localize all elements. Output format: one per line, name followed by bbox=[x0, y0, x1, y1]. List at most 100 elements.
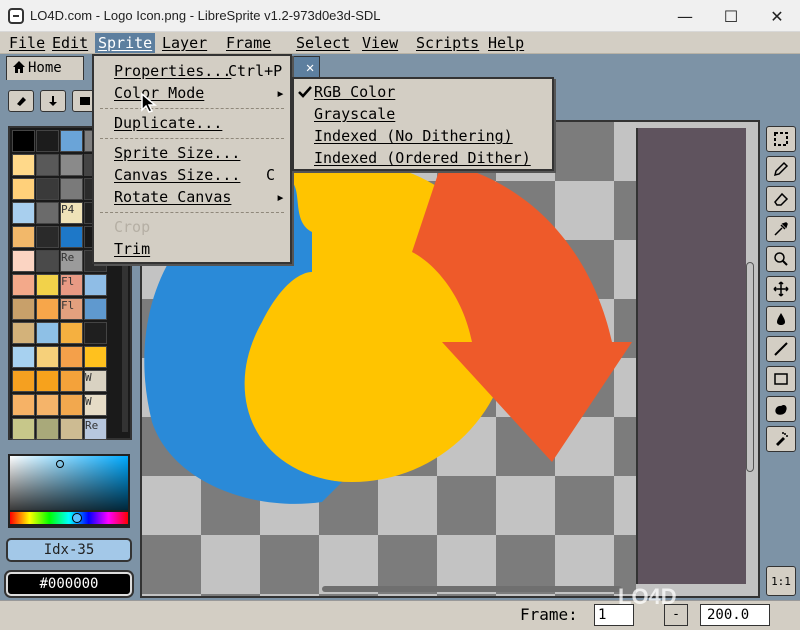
palette-swatch[interactable]: Fl bbox=[60, 298, 83, 320]
menu-layer[interactable]: Layer bbox=[159, 33, 210, 53]
menu-item-indexed-ordered-dither[interactable]: Indexed (Ordered Dither) bbox=[294, 147, 552, 169]
menu-item-trim[interactable]: Trim bbox=[94, 238, 290, 260]
palette-swatch[interactable] bbox=[36, 250, 59, 272]
palette-swatch[interactable]: W bbox=[84, 370, 107, 392]
picker-knob[interactable] bbox=[56, 460, 64, 468]
palette-swatch[interactable] bbox=[12, 130, 35, 152]
palette-swatch[interactable] bbox=[36, 154, 59, 176]
line-icon[interactable] bbox=[766, 336, 796, 362]
palette-swatch[interactable] bbox=[60, 154, 83, 176]
palette-swatch[interactable] bbox=[36, 202, 59, 224]
color-hex-label[interactable]: #000000 bbox=[6, 572, 132, 596]
menu-edit[interactable]: Edit bbox=[49, 33, 91, 53]
close-button[interactable]: ✕ bbox=[754, 0, 800, 32]
palette-swatch[interactable] bbox=[60, 130, 83, 152]
menu-item-duplicate[interactable]: Duplicate... bbox=[94, 112, 290, 134]
palette-swatch[interactable] bbox=[84, 322, 107, 344]
menu-item-color-mode[interactable]: Color Mode ▸ bbox=[94, 82, 290, 104]
palette-swatch[interactable]: P4 bbox=[60, 202, 83, 224]
menu-item-rgb-color[interactable]: RGB Color bbox=[294, 81, 552, 103]
palette-swatch[interactable]: Re bbox=[84, 418, 107, 440]
hue-knob[interactable] bbox=[72, 513, 82, 523]
palette-swatch[interactable] bbox=[60, 418, 83, 440]
hue-slider[interactable] bbox=[8, 510, 130, 526]
palette-swatch[interactable] bbox=[36, 346, 59, 368]
menu-item-sprite-size[interactable]: Sprite Size... bbox=[94, 142, 290, 164]
spray-icon[interactable] bbox=[766, 426, 796, 452]
fill-icon[interactable] bbox=[766, 306, 796, 332]
palette-swatch[interactable] bbox=[36, 418, 59, 440]
eyedropper-icon[interactable] bbox=[766, 216, 796, 242]
palette-swatch[interactable] bbox=[60, 322, 83, 344]
palette-swatch[interactable] bbox=[36, 370, 59, 392]
palette-swatch[interactable] bbox=[36, 394, 59, 416]
menu-item-properties[interactable]: Properties... Ctrl+P bbox=[94, 60, 290, 82]
menu-help[interactable]: Help bbox=[485, 33, 527, 53]
palette-swatch[interactable] bbox=[36, 178, 59, 200]
lo4d-watermark: LO4D bbox=[618, 584, 677, 609]
palette-swatch[interactable] bbox=[12, 394, 35, 416]
palette-swatch[interactable] bbox=[60, 346, 83, 368]
blob-icon[interactable] bbox=[766, 396, 796, 422]
menu-select[interactable]: Select bbox=[293, 33, 353, 53]
palette-swatch[interactable] bbox=[84, 298, 107, 320]
menu-scripts[interactable]: Scripts bbox=[413, 33, 482, 53]
maximize-button[interactable]: ☐ bbox=[708, 0, 754, 32]
palette-swatch[interactable] bbox=[60, 370, 83, 392]
zoom-input[interactable]: 200.0 bbox=[700, 604, 770, 626]
menu-separator bbox=[100, 108, 284, 109]
palette-swatch[interactable] bbox=[12, 154, 35, 176]
pencil-icon[interactable] bbox=[766, 156, 796, 182]
horizontal-scrollbar[interactable] bbox=[322, 586, 622, 592]
palette-swatch[interactable] bbox=[36, 298, 59, 320]
menu-item-canvas-size[interactable]: Canvas Size... C bbox=[94, 164, 290, 186]
menu-file[interactable]: File bbox=[6, 33, 48, 53]
palette-swatch[interactable] bbox=[60, 178, 83, 200]
palette-swatch[interactable] bbox=[12, 322, 35, 344]
move-icon[interactable] bbox=[766, 276, 796, 302]
menu-view[interactable]: View bbox=[359, 33, 401, 53]
zoom-icon[interactable] bbox=[766, 246, 796, 272]
palette-swatch[interactable] bbox=[12, 418, 35, 440]
palette-swatch[interactable] bbox=[84, 346, 107, 368]
menu-item-grayscale[interactable]: Grayscale bbox=[294, 103, 552, 125]
menu-item-indexed-no-dithering[interactable]: Indexed (No Dithering) bbox=[294, 125, 552, 147]
mouse-cursor-icon bbox=[141, 92, 158, 113]
one-to-one-button[interactable]: 1:1 bbox=[766, 566, 796, 596]
eraser-icon[interactable] bbox=[766, 186, 796, 212]
palette-swatch[interactable] bbox=[36, 130, 59, 152]
palette-swatch[interactable] bbox=[12, 346, 35, 368]
erase-icon[interactable] bbox=[8, 90, 34, 112]
minimize-button[interactable]: — bbox=[662, 0, 708, 32]
color-index-label[interactable]: Idx-35 bbox=[6, 538, 132, 562]
palette-swatch[interactable]: W bbox=[84, 394, 107, 416]
home-icon bbox=[13, 61, 25, 73]
palette-swatch[interactable] bbox=[12, 178, 35, 200]
palette-swatch[interactable] bbox=[36, 226, 59, 248]
submenu-arrow-icon: ▸ bbox=[276, 84, 286, 102]
sprite-menu: Properties... Ctrl+P Color Mode ▸ Duplic… bbox=[92, 54, 292, 264]
palette-swatch[interactable] bbox=[12, 274, 35, 296]
vertical-scrollbar[interactable] bbox=[746, 262, 754, 472]
palette-swatch[interactable] bbox=[60, 394, 83, 416]
statusbar: Frame: 1 - 200.0 bbox=[0, 600, 800, 630]
tab-close-icon[interactable]: ✕ bbox=[306, 60, 314, 76]
palette-swatch[interactable] bbox=[36, 322, 59, 344]
palette-swatch[interactable]: Re bbox=[60, 250, 83, 272]
down-arrow-icon[interactable] bbox=[40, 90, 66, 112]
palette-swatch[interactable] bbox=[84, 274, 107, 296]
palette-swatch[interactable] bbox=[60, 226, 83, 248]
palette-swatch[interactable] bbox=[12, 298, 35, 320]
marquee-icon[interactable] bbox=[766, 126, 796, 152]
tab-home[interactable]: Home bbox=[6, 56, 84, 80]
palette-swatch[interactable] bbox=[12, 226, 35, 248]
rectangle-icon[interactable] bbox=[766, 366, 796, 392]
palette-swatch[interactable] bbox=[36, 274, 59, 296]
palette-swatch[interactable] bbox=[12, 370, 35, 392]
palette-swatch[interactable] bbox=[12, 202, 35, 224]
menu-frame[interactable]: Frame bbox=[223, 33, 274, 53]
menu-item-rotate-canvas[interactable]: Rotate Canvas ▸ bbox=[94, 186, 290, 208]
palette-swatch[interactable]: Fl bbox=[60, 274, 83, 296]
palette-swatch[interactable] bbox=[12, 250, 35, 272]
menu-sprite[interactable]: Sprite bbox=[95, 33, 156, 53]
